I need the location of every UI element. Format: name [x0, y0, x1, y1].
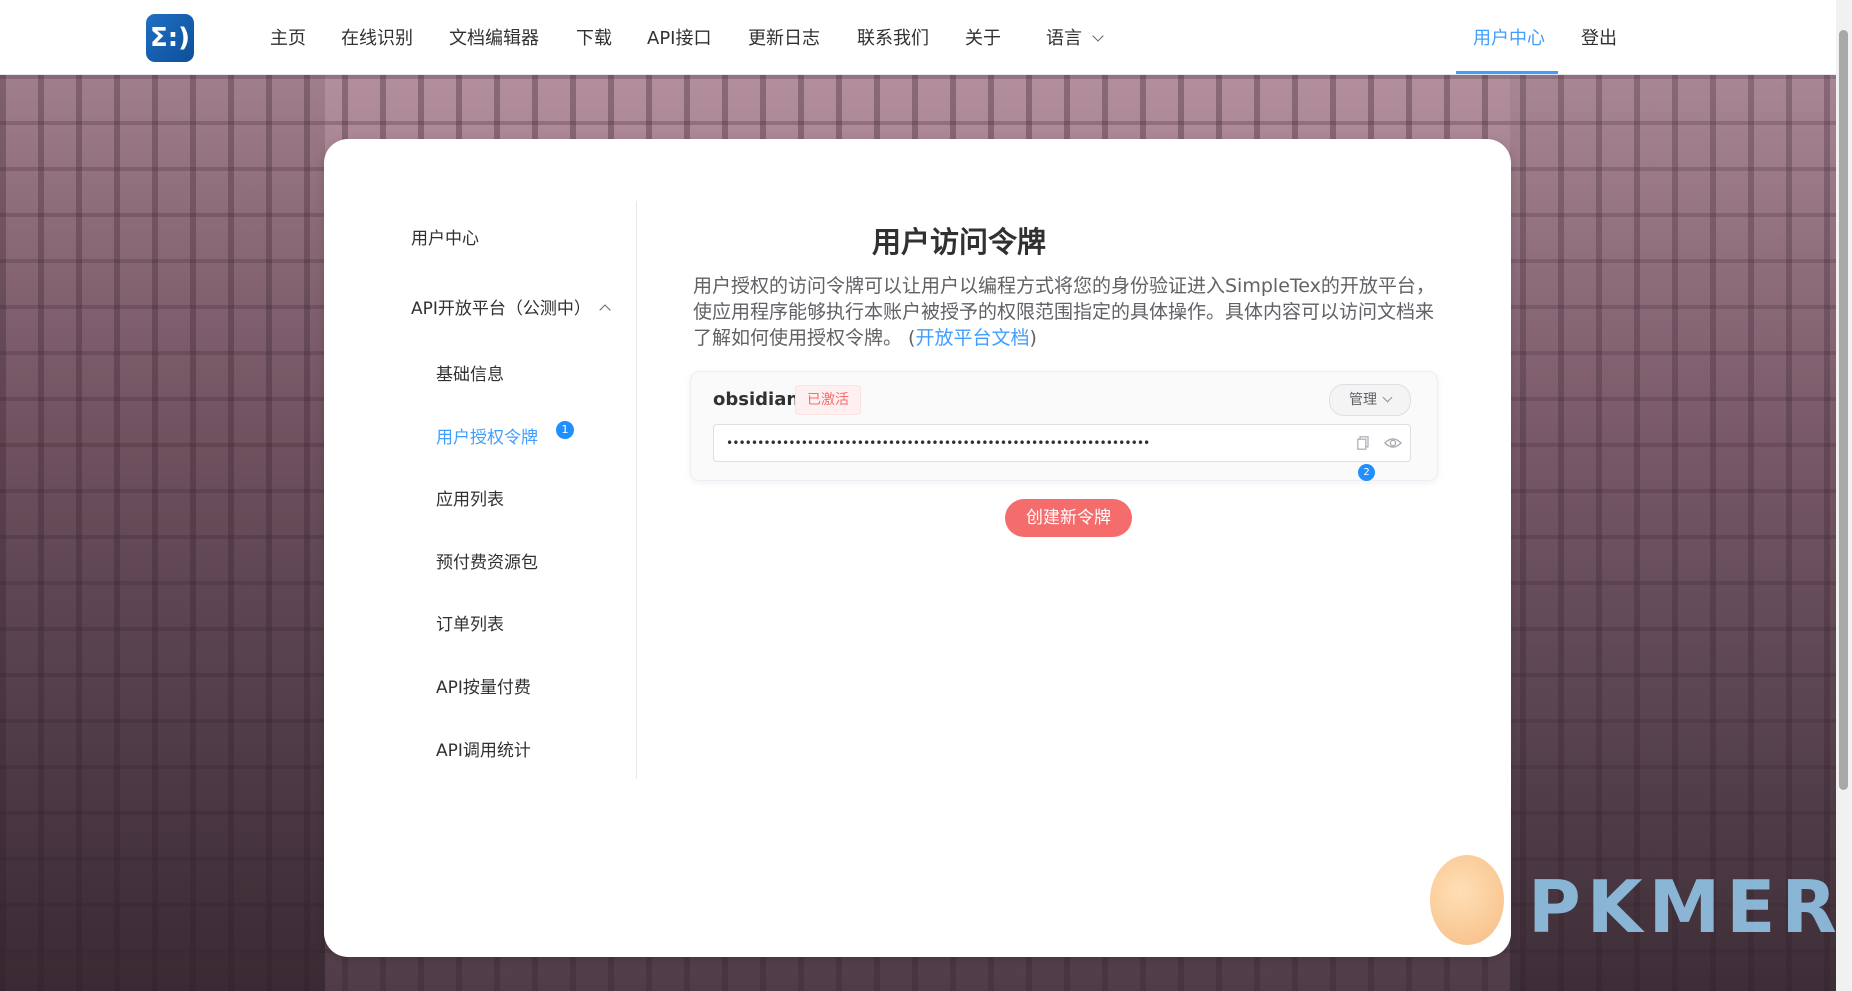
nav-home[interactable]: 主页 — [270, 24, 306, 50]
sidebar-user-center[interactable]: 用户中心 — [411, 224, 479, 249]
sidebar-item-app-list[interactable]: 应用列表 — [436, 485, 504, 510]
nav-language-label: 语言 — [1046, 28, 1082, 49]
scrollbar-thumb[interactable] — [1839, 30, 1848, 790]
pkmer-logo-icon — [1430, 855, 1504, 945]
manage-label: 管理 — [1349, 392, 1377, 408]
create-token-button[interactable]: 创建新令牌 — [1005, 499, 1132, 537]
nav-user-center[interactable]: 用户中心 — [1473, 24, 1545, 50]
token-name: obsidian — [713, 389, 800, 410]
description-end: ) — [1029, 327, 1037, 349]
sidebar-item-api-stats[interactable]: API调用统计 — [436, 736, 531, 761]
status-badge: 已激活 — [795, 385, 861, 415]
background-building-left — [0, 75, 325, 991]
copy-icon[interactable] — [1357, 436, 1369, 450]
sidebar-item-pay-as-you-go[interactable]: API按量付费 — [436, 673, 531, 698]
chevron-down-icon — [1382, 392, 1393, 403]
nav-online-recognition[interactable]: 在线识别 — [341, 24, 413, 50]
content-card: 用户中心 API开放平台（公测中） 基础信息 用户授权令牌 1 应用列表 预付费… — [324, 139, 1511, 957]
simpletex-logo[interactable]: Σ:) — [146, 14, 194, 62]
step-badge-2: 2 — [1358, 464, 1375, 481]
sidebar-api-platform[interactable]: API开放平台（公测中） — [411, 294, 611, 319]
nav-download[interactable]: 下载 — [576, 24, 612, 50]
chevron-down-icon — [1092, 30, 1104, 42]
sidebar-item-order-list[interactable]: 订单列表 — [436, 610, 504, 635]
token-card: obsidian 已激活 管理 ••••••••••••••••••••••••… — [690, 371, 1438, 481]
top-navbar: Σ:) 主页 在线识别 文档编辑器 下载 API接口 更新日志 联系我们 关于 … — [0, 0, 1836, 75]
sidebar-item-prepaid-packages[interactable]: 预付费资源包 — [436, 548, 538, 573]
page-title: 用户访问令牌 — [871, 225, 1046, 259]
active-nav-underline — [1456, 71, 1558, 74]
page-description: 用户授权的访问令牌可以让用户以编程方式将您的身份验证进入SimpleTex的开放… — [693, 273, 1439, 351]
step-badge-1: 1 — [556, 421, 574, 439]
nav-changelog[interactable]: 更新日志 — [748, 24, 820, 50]
nav-api[interactable]: API接口 — [647, 24, 711, 50]
description-text: 用户授权的访问令牌可以让用户以编程方式将您的身份验证进入SimpleTex的开放… — [693, 275, 1435, 349]
nav-document-editor[interactable]: 文档编辑器 — [449, 24, 539, 50]
sidebar-api-platform-label: API开放平台（公测中） — [411, 299, 591, 319]
manage-dropdown-button[interactable]: 管理 — [1329, 384, 1411, 416]
sidebar-divider — [636, 201, 637, 779]
nav-logout[interactable]: 登出 — [1581, 24, 1617, 50]
sidebar-item-user-tokens[interactable]: 用户授权令牌 — [436, 423, 538, 448]
sidebar-item-basic-info[interactable]: 基础信息 — [436, 360, 504, 385]
background-building-right — [1510, 75, 1836, 991]
nav-contact[interactable]: 联系我们 — [857, 24, 929, 50]
nav-about[interactable]: 关于 — [965, 24, 1001, 50]
watermark-text: PKMER — [1528, 865, 1843, 949]
eye-icon[interactable] — [1384, 436, 1402, 450]
chevron-up-icon — [599, 304, 611, 316]
token-value-field[interactable]: ••••••••••••••••••••••••••••••••••••••••… — [713, 424, 1411, 462]
open-platform-docs-link[interactable]: 开放平台文档 — [915, 327, 1029, 349]
nav-language-dropdown[interactable]: 语言 — [1046, 24, 1104, 50]
